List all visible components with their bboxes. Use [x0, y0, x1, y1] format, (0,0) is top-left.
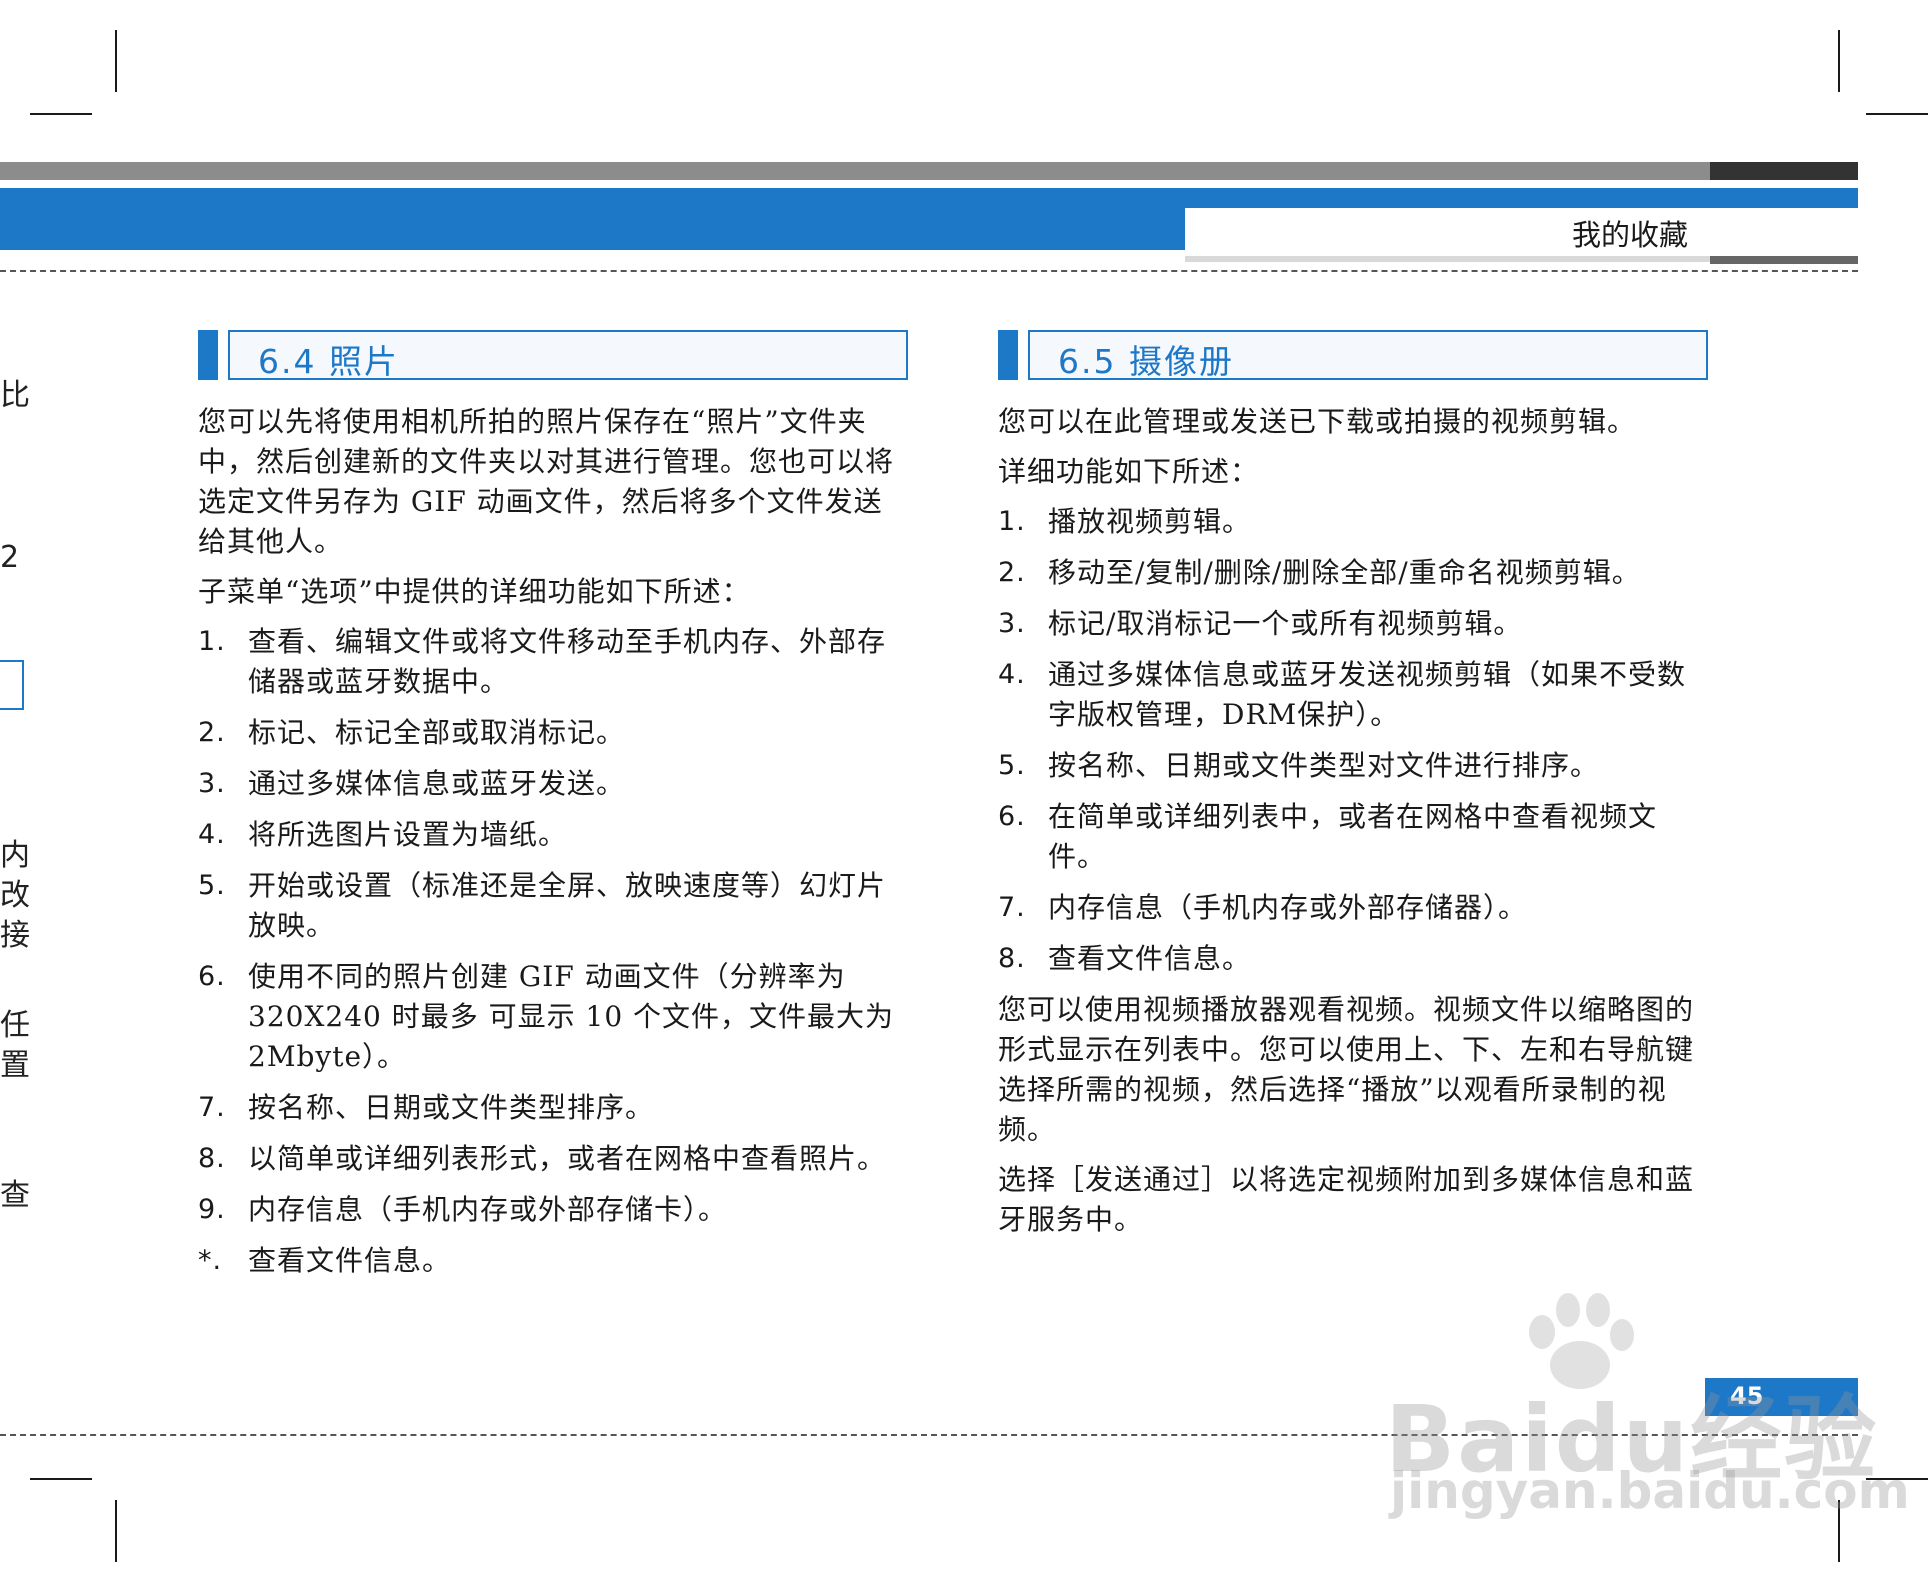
prev-page-fragment: 比: [0, 378, 30, 413]
paragraph: 您可以在此管理或发送已下载或拍摄的视频剪辑。: [998, 405, 1637, 438]
prev-page-heading-box: [0, 660, 24, 710]
item-number: 1.: [998, 506, 1026, 537]
prev-page-fragment: 接: [0, 918, 30, 953]
list-item: 5. 开始或设置（标准还是全屏、放映速度等）幻灯片放映。: [198, 866, 908, 946]
item-text: 内存信息（手机内存或外部存储器）。: [1048, 891, 1528, 924]
list-item: 3. 标记/取消标记一个或所有视频剪辑。: [998, 604, 1708, 644]
list-item: *. 查看文件信息。: [198, 1241, 908, 1281]
header-dark-block: [1710, 162, 1858, 180]
item-text: 移动至/复制/删除/删除全部/重命名视频剪辑。: [1048, 556, 1641, 589]
item-number: *.: [198, 1245, 223, 1276]
list-item: 3. 通过多媒体信息或蓝牙发送。: [198, 764, 908, 804]
feature-list: 1. 查看、编辑文件或将文件移动至手机内存、外部存储器或蓝牙数据中。 2. 标记、标…: [198, 622, 908, 1281]
prev-page-fragment: 置: [0, 1048, 30, 1083]
prev-page-fragment: 内: [0, 838, 30, 873]
item-text: 标记/取消标记一个或所有视频剪辑。: [1048, 607, 1523, 640]
item-text: 按名称、日期或文件类型排序。: [248, 1091, 655, 1124]
crop-mark: [30, 113, 92, 115]
item-text: 播放视频剪辑。: [1048, 505, 1252, 538]
item-text: 通过多媒体信息或蓝牙发送视频剪辑（如果不受数字版权管理，DRM保护）。: [1048, 658, 1687, 731]
item-text: 内存信息（手机内存或外部存储卡）。: [248, 1193, 728, 1226]
crop-mark: [1866, 113, 1928, 115]
item-text: 查看文件信息。: [1048, 942, 1252, 975]
list-item: 9. 内存信息（手机内存或外部存储卡）。: [198, 1190, 908, 1230]
list-item: 5. 按名称、日期或文件类型对文件进行排序。: [998, 746, 1708, 786]
item-text: 开始或设置（标准还是全屏、放映速度等）幻灯片放映。: [248, 869, 887, 942]
item-number: 1.: [198, 626, 226, 657]
prev-page-fragment: 任: [0, 1008, 30, 1043]
paragraph: 您可以使用视频播放器观看视频。视频文件以缩略图的形式显示在列表中。您可以使用上、…: [998, 993, 1695, 1146]
list-item: 7. 内存信息（手机内存或外部存储器）。: [998, 888, 1708, 928]
prev-page-fragment: 2: [0, 540, 20, 575]
item-text: 在简单或详细列表中，或者在网格中查看视频文件。: [1048, 800, 1658, 873]
paragraph: 子菜单“选项”中提供的详细功能如下所述：: [198, 575, 751, 608]
feature-list: 1. 播放视频剪辑。 2. 移动至/复制/删除/删除全部/重命名视频剪辑。 3. 标记…: [998, 502, 1708, 979]
item-text: 按名称、日期或文件类型对文件进行排序。: [1048, 749, 1600, 782]
item-number: 3.: [198, 768, 226, 799]
item-number: 8.: [198, 1143, 226, 1174]
paragraph: 选择［发送通过］以将选定视频附加到多媒体信息和蓝牙服务中。: [998, 1163, 1695, 1236]
item-text: 查看、编辑文件或将文件移动至手机内存、外部存储器或蓝牙数据中。: [248, 625, 887, 698]
crop-mark: [115, 1500, 117, 1562]
item-text: 使用不同的照片创建 GIF 动画文件（分辨率为 320X240 时最多 可显示 …: [248, 960, 895, 1073]
paragraph: 您可以先将使用相机所拍的照片保存在“照片”文件夹中，然后创建新的文件夹以对其进行…: [198, 405, 895, 558]
item-number: 2.: [198, 717, 226, 748]
heading-box: 6.4 照片: [228, 330, 908, 381]
section-video-album: 6.5 摄像册 您可以在此管理或发送已下载或拍摄的视频剪辑。 详细功能如下所述：…: [998, 330, 1708, 1250]
heading-accent-bar: [998, 330, 1018, 380]
item-number: 5.: [998, 750, 1026, 781]
list-item: 8. 查看文件信息。: [998, 939, 1708, 979]
heading-accent-bar: [198, 330, 218, 380]
top-dashed-rule: [0, 270, 1858, 272]
prev-page-fragment: 查: [0, 1178, 30, 1213]
item-number: 8.: [998, 943, 1026, 974]
header-gray-bar: [0, 162, 1710, 180]
list-item: 1. 查看、编辑文件或将文件移动至手机内存、外部存储器或蓝牙数据中。: [198, 622, 908, 702]
item-number: 6.: [198, 961, 226, 992]
prev-page-fragment: 改: [0, 878, 30, 913]
chapter-title: 我的收藏: [1571, 218, 1688, 252]
item-number: 2.: [998, 557, 1026, 588]
list-item: 2. 移动至/复制/删除/删除全部/重命名视频剪辑。: [998, 553, 1708, 593]
list-item: 4. 将所选图片设置为墙纸。: [198, 815, 908, 855]
item-number: 7.: [198, 1092, 226, 1123]
item-number: 7.: [998, 892, 1026, 923]
header-dark-strip: [1710, 256, 1858, 264]
item-number: 4.: [198, 819, 226, 850]
item-number: 9.: [198, 1194, 226, 1225]
section-heading: 6.4 照片: [198, 330, 908, 381]
item-text: 将所选图片设置为墙纸。: [248, 818, 568, 851]
heading-box: 6.5 摄像册: [1028, 330, 1708, 381]
item-number: 5.: [198, 870, 226, 901]
section-photos: 6.4 照片 您可以先将使用相机所拍的照片保存在“照片”文件夹中，然后创建新的文…: [198, 330, 908, 1292]
list-item: 1. 播放视频剪辑。: [998, 502, 1708, 542]
watermark-url: jingyan.baidu.com: [1390, 1462, 1910, 1520]
header-blue-block: [0, 188, 1185, 250]
item-text: 查看文件信息。: [248, 1244, 452, 1277]
list-item: 8. 以简单或详细列表形式，或者在网格中查看照片。: [198, 1139, 908, 1179]
section-title: 6.4 照片: [258, 342, 399, 381]
item-text: 以简单或详细列表形式，或者在网格中查看照片。: [248, 1142, 887, 1175]
crop-mark: [1838, 30, 1840, 92]
section-title: 6.5 摄像册: [1058, 342, 1234, 381]
list-item: 2. 标记、标记全部或取消标记。: [198, 713, 908, 753]
crop-mark: [30, 1478, 92, 1480]
list-item: 4. 通过多媒体信息或蓝牙发送视频剪辑（如果不受数字版权管理，DRM保护）。: [998, 655, 1708, 735]
paragraph: 详细功能如下所述：: [998, 455, 1260, 488]
item-text: 标记、标记全部或取消标记。: [248, 716, 626, 749]
item-number: 6.: [998, 801, 1026, 832]
section-heading: 6.5 摄像册: [998, 330, 1708, 381]
item-text: 通过多媒体信息或蓝牙发送。: [248, 767, 626, 800]
list-item: 7. 按名称、日期或文件类型排序。: [198, 1088, 908, 1128]
item-number: 4.: [998, 659, 1026, 690]
list-item: 6. 使用不同的照片创建 GIF 动画文件（分辨率为 320X240 时最多 可显…: [198, 957, 908, 1077]
crop-mark: [115, 30, 117, 92]
item-number: 3.: [998, 608, 1026, 639]
list-item: 6. 在简单或详细列表中，或者在网格中查看视频文件。: [998, 797, 1708, 877]
